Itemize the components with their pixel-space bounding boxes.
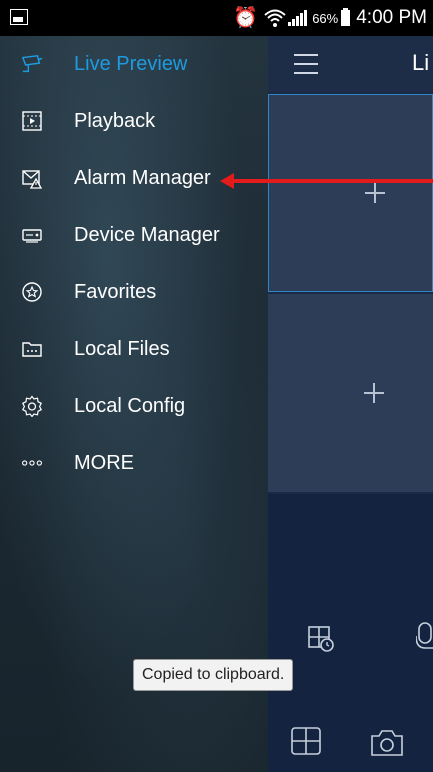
grid-layout-icon[interactable] [290,726,322,758]
toast-message: Copied to clipboard. [133,659,294,691]
menu-item-label: Device Manager [74,223,220,246]
menu-item-device-manager[interactable]: Device Manager [0,209,268,261]
status-bar: ⏰ 66% 4:00 PM [0,0,433,36]
clock: 4:00 PM [356,7,427,28]
menu-item-local-config[interactable]: Local Config [0,380,268,432]
annotation-arrow-head [220,173,234,189]
menu-item-live-preview[interactable]: Live Preview [0,38,268,90]
menu-item-playback[interactable]: Playback [0,95,268,147]
video-pane-1[interactable] [268,94,433,292]
menu-item-label: Local Files [74,337,170,360]
annotation-arrow-line [228,179,433,183]
alarm-envelope-icon [21,167,43,189]
wifi-icon [264,9,286,27]
battery-percent: 66% [312,10,339,26]
hamburger-menu-icon[interactable] [294,54,318,74]
menu-item-label: Local Config [74,394,186,417]
menu-item-local-files[interactable]: Local Files [0,323,268,375]
menu-item-label: Favorites [74,280,157,303]
settings-icon [21,395,43,417]
menu-item-label: Playback [74,109,156,132]
star-icon [21,281,43,303]
microphone-icon[interactable] [416,622,433,654]
menu-item-label: Live Preview [74,52,188,75]
playback-schedule-icon[interactable] [306,624,336,654]
device-icon [21,224,43,246]
battery-icon [341,8,351,26]
menu-item-label: MORE [74,451,134,474]
snapshot-camera-icon[interactable] [370,728,404,758]
menu-item-favorites[interactable]: Favorites [0,266,268,318]
main-header: Li [268,36,433,92]
more-icon [21,452,43,474]
image-notification-icon [10,9,28,25]
signal-icon [288,10,308,26]
control-bar [268,494,433,772]
status-icons: ⏰ 66% 4:00 PM [233,5,427,31]
add-icon[interactable] [364,383,384,403]
playback-icon [21,110,43,132]
menu-item-more[interactable]: MORE [0,437,268,489]
page-title: Li [412,50,430,75]
video-pane-2[interactable] [268,294,433,492]
alarm-clock-icon: ⏰ [233,7,259,29]
add-icon[interactable] [365,183,385,203]
menu-item-label: Alarm Manager [74,166,211,189]
folder-icon [21,338,43,360]
camera-icon [21,53,43,75]
